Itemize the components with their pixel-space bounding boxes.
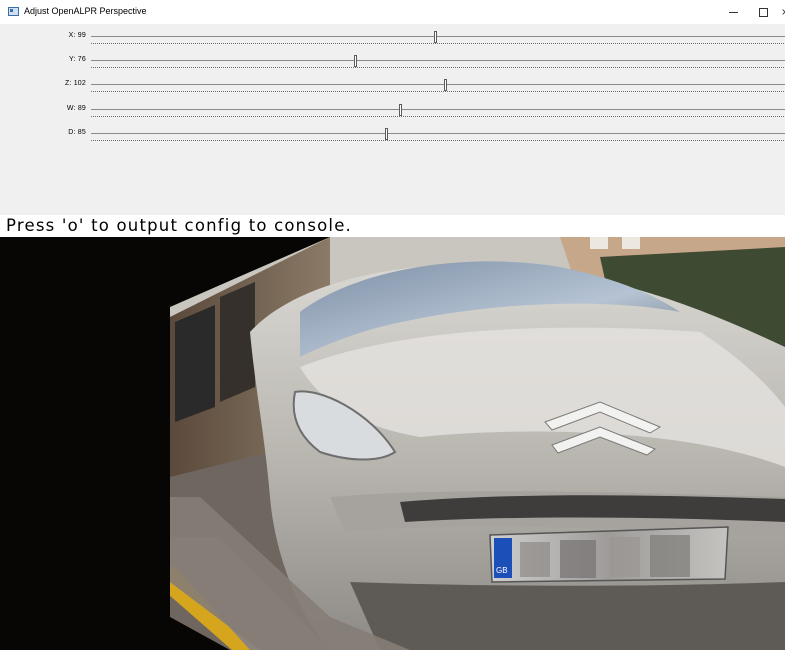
slider-thumb-w[interactable] [398,104,402,116]
image-view: GB [0,237,785,650]
slider-thumb-z[interactable] [443,79,447,91]
status-text: Press 'o' to output config to console. [6,216,352,235]
slider-row-z: Z: 102 [0,76,785,98]
slider-ticks-z [91,91,785,92]
close-icon: × [781,5,785,19]
slider-thumb-x[interactable] [433,31,437,43]
slider-thumb-d[interactable] [384,128,388,140]
close-button[interactable]: × [775,0,785,24]
slider-row-w: W: 89 [0,101,785,123]
minimize-icon [728,11,738,13]
app-window-icon [8,7,19,16]
window-title: Adjust OpenALPR Perspective [24,6,147,16]
slider-ticks-x [91,43,785,44]
slider-label-z: Z: 102 [64,80,86,87]
number-plate: GB [489,526,729,583]
slider-row-d: D: 85 [0,125,785,147]
plate-country-badge: GB [496,566,508,575]
slider-label-w: W: 89 [66,105,86,112]
photo-content: GB [0,237,785,650]
slider-track-z[interactable] [91,84,785,85]
slider-row-y: Y: 76 [0,52,785,74]
warped-car-photo: GB [0,237,785,650]
slider-thumb-y[interactable] [353,55,357,67]
slider-row-x: X: 99 [0,28,785,50]
slider-track-x[interactable] [91,36,785,37]
maximize-icon [758,7,768,17]
slider-track-y[interactable] [91,60,785,61]
slider-ticks-w [91,116,785,117]
minimize-button[interactable] [716,0,750,24]
slider-label-y: Y: 76 [69,56,86,63]
slider-track-d[interactable] [91,133,785,134]
status-strip: Press 'o' to output config to console. [0,215,785,237]
title-bar: Adjust OpenALPR Perspective × [0,0,785,24]
slider-track-w[interactable] [91,109,785,110]
trackbar-panel: X: 99 Y: 76 Z: 102 W: 89 D: 85 [0,24,785,215]
slider-ticks-d [91,140,785,141]
slider-label-x: X: 99 [68,32,86,39]
slider-label-d: D: 85 [68,129,86,136]
slider-ticks-y [91,67,785,68]
